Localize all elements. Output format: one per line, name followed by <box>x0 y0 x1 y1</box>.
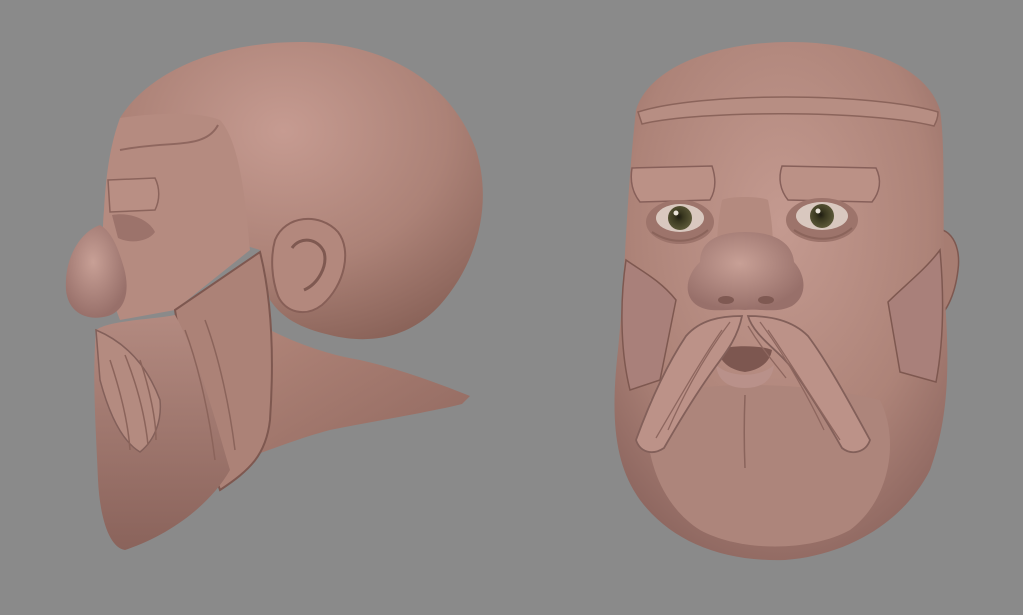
front-eye-highlight-right <box>815 208 821 214</box>
front-nostril-right <box>758 296 774 304</box>
side-brow <box>107 177 160 213</box>
sculpt-scene <box>65 42 960 561</box>
front-nostril-left <box>718 296 734 304</box>
front-brow-left <box>630 165 716 203</box>
front-iris-right <box>810 204 834 228</box>
side-neck <box>255 330 470 455</box>
head-front-view <box>614 42 960 561</box>
front-brow-right <box>779 165 881 203</box>
front-chin-cleft <box>743 394 746 469</box>
front-eye-highlight-left <box>673 210 679 216</box>
front-iris-left <box>668 206 692 230</box>
sculpt-viewport <box>0 0 1023 615</box>
head-side-view <box>65 42 483 550</box>
